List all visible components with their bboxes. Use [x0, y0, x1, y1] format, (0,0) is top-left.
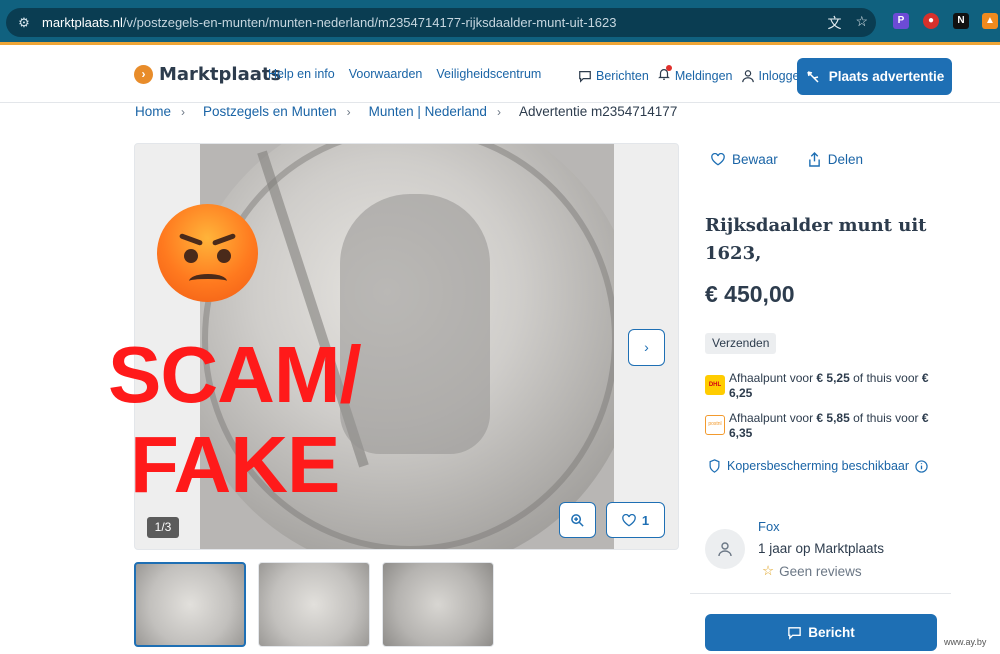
nav-help-link[interactable]: Help en info	[268, 67, 335, 81]
messages-link[interactable]: Berichten	[578, 69, 649, 83]
shield-icon	[709, 459, 720, 473]
next-image-button[interactable]: ›	[628, 329, 665, 366]
divider	[690, 593, 951, 594]
zoom-in-icon	[571, 513, 584, 527]
bell-icon	[657, 65, 672, 84]
angry-face-icon	[157, 204, 258, 302]
thumbnail-strip	[134, 562, 494, 647]
postnl-shipping-option: postnl Afhaalpunt voor € 5,85 of thuis v…	[705, 411, 935, 441]
translate-icon[interactable]: 文	[827, 13, 841, 33]
message-button-label: Bericht	[808, 625, 855, 640]
header-actions: Berichten Meldingen Inloggen	[578, 65, 806, 84]
seller-since: 1 jaar op Marktplaats	[758, 541, 885, 556]
postnl-logo-icon: postnl	[705, 415, 725, 435]
address-bar[interactable]: ⚙ marktplaats.nl/v/postzegels-en-munten/…	[6, 8, 876, 37]
share-button[interactable]: Delen	[808, 152, 863, 167]
chevron-right-icon: ›	[346, 104, 351, 119]
url-text[interactable]: marktplaats.nl/v/postzegels-en-munten/mu…	[42, 15, 616, 30]
reviews-label: Geen reviews	[779, 563, 862, 579]
save-button[interactable]: Bewaar	[711, 152, 778, 167]
messages-label: Berichten	[596, 68, 649, 83]
like-button[interactable]: 1	[606, 502, 665, 538]
notion-extension-icon[interactable]: N	[953, 13, 969, 29]
message-seller-button[interactable]: Bericht	[705, 614, 937, 651]
star-outline-icon: ☆	[762, 563, 775, 578]
heart-icon	[622, 513, 636, 527]
avast-extension-icon[interactable]: ▲	[982, 13, 998, 29]
scam-overlay-text: SCAM/	[108, 330, 362, 419]
seller-reviews: ☆ Geen reviews	[762, 563, 862, 579]
breadcrumb-current: Advertentie m2354714177	[518, 104, 678, 119]
save-label: Bewaar	[732, 152, 778, 167]
site-header: › Marktplaats Help en info Voorwaarden V…	[0, 45, 1000, 103]
info-icon[interactable]	[915, 459, 928, 473]
header-nav: Help en info Voorwaarden Veiligheidscent…	[268, 67, 541, 81]
seller-avatar[interactable]	[705, 529, 745, 569]
thumbnail-1[interactable]	[134, 562, 246, 647]
megaphone-icon	[806, 70, 819, 83]
listing-title: Rijksdaalder munt uit 1623,	[705, 215, 927, 264]
place-ad-label: Plaats advertentie	[828, 69, 945, 84]
breadcrumb-home[interactable]: Home	[135, 104, 171, 119]
dhl-logo-icon: DHL	[705, 375, 725, 395]
thumbnail-3[interactable]	[382, 562, 494, 647]
buyer-protection-link[interactable]: Kopersbescherming beschikbaar	[708, 459, 928, 473]
pdf-extension-icon[interactable]: P	[893, 13, 909, 29]
listing-price: € 450,00	[705, 281, 795, 307]
notifications-label: Meldingen	[674, 68, 733, 83]
notification-dot	[665, 65, 672, 71]
tune-icon[interactable]: ⚙	[16, 15, 32, 31]
shipping-badge: Verzenden	[705, 333, 777, 354]
heart-icon	[711, 153, 725, 166]
star-icon[interactable]: ☆	[855, 13, 868, 33]
fake-overlay-text: FAKE	[130, 420, 340, 509]
nav-safety-link[interactable]: Veiligheidscentrum	[436, 67, 541, 81]
postnl-shipping-text: Afhaalpunt voor € 5,85 of thuis voor € 6…	[729, 411, 929, 440]
logo-mark-icon: ›	[134, 65, 153, 84]
watermark: www.ay.by	[942, 637, 989, 647]
save-share-bar: Bewaar Delen	[711, 152, 863, 167]
share-label: Delen	[827, 152, 864, 167]
logo[interactable]: › Marktplaats	[134, 64, 281, 85]
chevron-right-icon: ›	[181, 104, 186, 119]
dhl-shipping-option: DHL Afhaalpunt voor € 5,25 of thuis voor…	[705, 371, 935, 401]
nav-terms-link[interactable]: Voorwaarden	[349, 67, 423, 81]
thumbnail-2[interactable]	[258, 562, 370, 647]
notifications-link[interactable]: Meldingen	[657, 65, 733, 84]
image-counter: 1/3	[147, 517, 179, 538]
breadcrumb-category[interactable]: Postzegels en Munten	[203, 104, 337, 119]
zoom-button[interactable]	[559, 502, 596, 538]
buyer-protection-label: Kopersbescherming beschikbaar	[727, 459, 910, 473]
browser-toolbar: ⚙ marktplaats.nl/v/postzegels-en-munten/…	[0, 0, 1000, 44]
chat-icon	[579, 70, 591, 83]
user-icon	[718, 542, 732, 557]
dhl-shipping-text: Afhaalpunt voor € 5,25 of thuis voor € 6…	[729, 371, 929, 400]
seller-name-link[interactable]: Fox	[758, 519, 780, 534]
chat-icon	[788, 627, 802, 640]
breadcrumb-subcategory[interactable]: Munten | Nederland	[369, 104, 487, 119]
place-ad-button[interactable]: Plaats advertentie	[797, 58, 952, 95]
share-icon	[808, 152, 820, 167]
logo-text: Marktplaats	[159, 64, 282, 85]
user-icon	[741, 69, 754, 82]
chevron-right-icon: ›	[496, 104, 501, 119]
like-count: 1	[641, 512, 650, 528]
breadcrumb: Home › Postzegels en Munten › Munten | N…	[135, 104, 677, 119]
tomato-extension-icon[interactable]: ●	[923, 13, 939, 29]
